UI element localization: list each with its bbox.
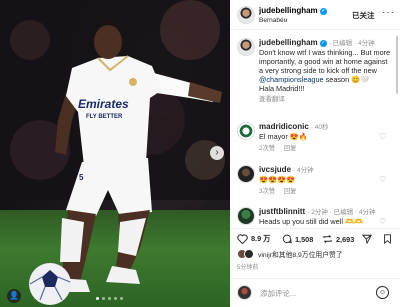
comment-count[interactable]: 1,508 [295,235,313,244]
following-button[interactable]: 已关注 [352,10,375,21]
avatar[interactable] [237,207,255,225]
avatar [237,285,252,300]
comment-sub-actions: 3次赞 回复 [259,187,392,196]
heart-icon[interactable]: ♡ [379,175,386,184]
repost-action[interactable]: 2,693 [322,234,354,244]
comment-text: 😍😍😍😍 [259,175,296,185]
carousel-dot [120,297,123,300]
chevron-right-icon[interactable]: › [210,146,224,160]
caption-signoff: Hala Madrid!!! [259,84,305,94]
comments-scrollbar[interactable] [396,36,398,94]
like-count[interactable]: 8.9 万 [251,234,270,244]
comment-input[interactable] [260,287,368,299]
shirt-number: 5 [79,173,84,182]
heart-icon[interactable]: ♡ [379,217,386,226]
send-icon[interactable] [362,234,372,244]
action-bar: 8.9 万 1,508 2,693 [230,228,400,248]
caption-body: judebellingham ✓ · 已编辑 · 4分钟 Don't know w… [259,38,392,104]
comments-list[interactable]: judebellingham ✓ · 已编辑 · 4分钟 Don't know w… [230,31,400,227]
bookmark-icon[interactable] [383,234,392,244]
comment-meta: · 4分钟 [293,167,314,174]
comment-author[interactable]: ivcsjude [259,165,291,174]
comment-likes[interactable]: 2次赞 [259,145,275,152]
carousel-dot [96,297,99,300]
see-translation-link[interactable]: 查看翻译 [259,96,285,103]
author-row: judebellingham ✓ [259,6,327,15]
carousel-dots [96,297,123,300]
more-options-icon[interactable]: ··· [382,7,395,18]
caption-meta: · 已编辑 · 4分钟 [328,40,375,47]
like-action[interactable]: 8.9 万 [237,234,270,244]
carousel-dot [102,297,105,300]
jersey-sponsor: Emirates [78,97,129,111]
post-photo[interactable]: Emirates FLY BETTER 5 › 👤 [0,0,230,307]
liked-by-text[interactable]: vinijr和其他8.9万位用户赞了 [258,249,343,259]
tagged-user-icon[interactable]: 👤 [7,289,21,303]
comment-author[interactable]: madridiconic [259,122,309,131]
reply-button[interactable]: 回复 [284,188,297,195]
repost-icon[interactable] [322,234,333,244]
avatar[interactable] [237,38,255,56]
speech-bubble-icon[interactable] [282,234,292,244]
avatar[interactable] [237,165,255,183]
player-photo: Emirates FLY BETTER 5 [29,20,222,305]
liked-by-row[interactable]: vinijr和其他8.9万位用户赞了 [237,249,343,259]
comment-item: ivcsjude · 4分钟 😍😍😍😍 3次赞 回复 ♡ [230,165,400,199]
comment-item: madridiconic · 40秒 El mayor 😍🔥 2次赞 回复 ♡ [230,122,400,156]
hashtag-link[interactable]: @championsleague [259,75,324,84]
caption: judebellingham ✓ · 已编辑 · 4分钟 Don't know w… [230,38,400,122]
caption-text: Don't know wtf I was thinking... But mor… [259,48,391,76]
reply-button[interactable]: 回复 [284,145,297,152]
comment-body: justftblinnitt · 2分钟 · 已编辑 · 4分钟 Heads u… [259,207,392,226]
location-link[interactable]: Bernabéu [259,17,287,24]
jersey-sub: FLY BETTER [86,114,123,120]
repost-count[interactable]: 2,693 [336,235,354,244]
author-username[interactable]: judebellingham [259,6,318,15]
avatar[interactable] [237,6,255,24]
comment-body: madridiconic · 40秒 El mayor 😍🔥 2次赞 回复 [259,122,392,153]
heart-icon[interactable]: ♡ [379,132,386,141]
comment-composer: ☺ [230,278,400,307]
smiley-icon[interactable]: ☺ [376,286,389,299]
comment-text: El mayor 😍🔥 [259,132,308,142]
verified-badge-icon: ✓ [319,8,327,15]
comment-author[interactable]: justftblinnitt [259,207,305,216]
post-timestamp[interactable]: 5分钟前 [237,262,258,271]
comment-text: Heads up you still did well 🫶🫶 [259,217,364,227]
verified-badge-icon: ✓ [319,40,327,47]
comment-meta: · 2分钟 · 已编辑 · 4分钟 [307,209,376,216]
comment-sub-actions: 2次赞 回复 [259,144,392,153]
caption-text-end: season 😊🤍 [323,75,370,85]
comment-item: justftblinnitt · 2分钟 · 已编辑 · 4分钟 Heads u… [230,207,400,227]
carousel-dot [108,297,111,300]
comment-body: ivcsjude · 4分钟 😍😍😍😍 3次赞 回复 [259,165,392,196]
post-side-panel: judebellingham ✓ Bernabéu 已关注 ··· judebel… [230,0,400,307]
liker-avatar [244,249,254,259]
comment-meta: · 40秒 [310,124,329,131]
carousel-dot [114,297,117,300]
comment-action[interactable]: 1,508 [282,234,313,244]
caption-author[interactable]: judebellingham [259,38,318,47]
post-header: judebellingham ✓ Bernabéu 已关注 ··· [230,0,400,30]
comment-likes[interactable]: 3次赞 [259,188,275,195]
heart-icon[interactable] [237,234,248,244]
avatar[interactable] [237,122,255,140]
